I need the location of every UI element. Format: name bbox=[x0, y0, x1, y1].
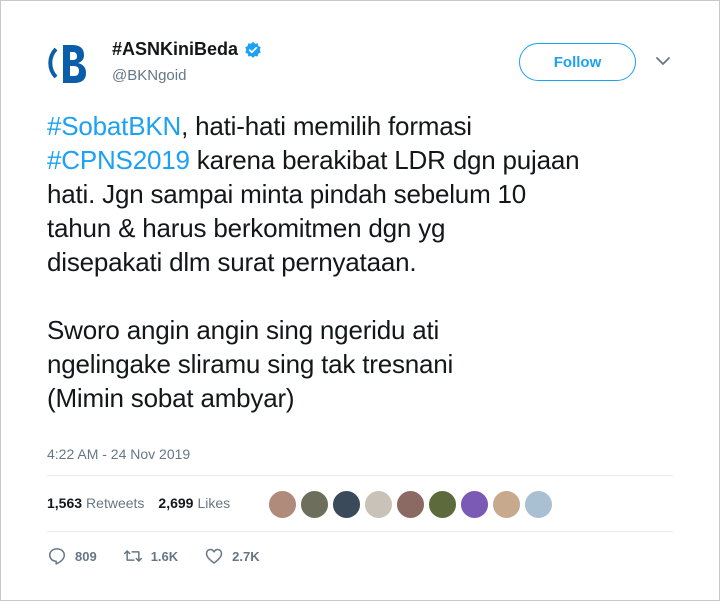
tweet-stats: 1,563 Retweets 2,699 Likes bbox=[47, 495, 230, 511]
liker-avatar[interactable] bbox=[427, 489, 458, 520]
likes-label: Likes bbox=[197, 495, 231, 511]
tweet-text-segment: karena berakibat LDR dgn pujaan bbox=[189, 145, 580, 175]
tweet-actions: 809 1.6K 2.7K bbox=[47, 546, 286, 566]
likes-count: 2,699 bbox=[158, 495, 194, 511]
avatar[interactable] bbox=[46, 37, 98, 89]
tweet-timestamp[interactable]: 4:22 AM - 24 Nov 2019 bbox=[47, 446, 190, 462]
reply-count: 809 bbox=[75, 548, 97, 564]
tweet-text-segment: ngelingake sliramu sing tak tresnani bbox=[47, 349, 454, 379]
tweet-line: hati. Jgn sampai minta pindah sebelum 10 bbox=[47, 177, 687, 211]
liker-avatar[interactable] bbox=[523, 489, 554, 520]
tweet-line: #CPNS2019 karena berakibat LDR dgn pujaa… bbox=[47, 143, 687, 177]
retweet-button[interactable]: 1.6K bbox=[123, 546, 178, 566]
tweet-line: (Mimin sobat ambyar) bbox=[47, 381, 687, 415]
liker-avatar[interactable] bbox=[363, 489, 394, 520]
tweet-line: Sworo angin angin sing ngeridu ati bbox=[47, 313, 687, 347]
tweet-line: disepakati dlm surat pernyataan. bbox=[47, 245, 687, 279]
account-handle[interactable]: @BKNgoid bbox=[112, 67, 186, 84]
liker-avatar[interactable] bbox=[267, 489, 298, 520]
account-name[interactable]: #ASNKiniBeda bbox=[112, 39, 262, 60]
bkn-logo-icon bbox=[48, 45, 86, 83]
heart-icon bbox=[205, 548, 223, 564]
liker-avatar[interactable] bbox=[459, 489, 490, 520]
tweet-card: #ASNKiniBeda @BKNgoid Follow #SobatBKN, … bbox=[0, 0, 720, 601]
tweet-text-segment: disepakati dlm surat pernyataan. bbox=[47, 247, 417, 277]
liker-avatars bbox=[267, 489, 554, 520]
hashtag-link[interactable]: #SobatBKN bbox=[47, 111, 181, 141]
divider bbox=[47, 475, 673, 476]
tweet-text: #SobatBKN, hati-hati memilih formasi #CPN… bbox=[47, 109, 687, 415]
follow-button[interactable]: Follow bbox=[519, 43, 636, 81]
hashtag-link[interactable]: #CPNS2019 bbox=[47, 145, 190, 175]
tweet-text-segment: , hati-hati memilih formasi bbox=[181, 111, 472, 141]
account-name-text[interactable]: #ASNKiniBeda bbox=[112, 39, 238, 60]
liker-avatar[interactable] bbox=[299, 489, 330, 520]
like-count: 2.7K bbox=[232, 548, 260, 564]
retweet-icon bbox=[123, 550, 142, 562]
tweet-text-segment: hati. Jgn sampai minta pindah sebelum 10 bbox=[47, 179, 527, 209]
tweet-text-segment: tahun & harus berkomitmen dgn yg bbox=[47, 213, 446, 243]
retweet-count: 1.6K bbox=[150, 548, 179, 564]
liker-avatar[interactable] bbox=[395, 489, 426, 520]
reply-button[interactable]: 809 bbox=[47, 546, 97, 566]
liker-avatar[interactable] bbox=[331, 489, 362, 520]
retweets-count: 1,563 bbox=[47, 495, 83, 511]
retweets-label: Retweets bbox=[86, 495, 145, 511]
chevron-down-icon[interactable] bbox=[655, 55, 671, 67]
verified-badge-icon bbox=[245, 41, 261, 58]
divider bbox=[47, 531, 673, 532]
likes-stat[interactable]: 2,699 Likes bbox=[158, 495, 230, 511]
liker-avatar[interactable] bbox=[491, 489, 522, 520]
reply-icon bbox=[49, 548, 65, 565]
tweet-text-segment: (Mimin sobat ambyar) bbox=[47, 383, 295, 413]
tweet-line: ngelingake sliramu sing tak tresnani bbox=[47, 347, 687, 381]
like-button[interactable]: 2.7K bbox=[204, 546, 260, 566]
retweets-stat[interactable]: 1,563 Retweets bbox=[47, 495, 144, 511]
tweet-line: #SobatBKN, hati-hati memilih formasi bbox=[47, 109, 687, 143]
tweet-line: tahun & harus berkomitmen dgn yg bbox=[47, 211, 687, 245]
tweet-text-segment: Sworo angin angin sing ngeridu ati bbox=[47, 315, 440, 345]
